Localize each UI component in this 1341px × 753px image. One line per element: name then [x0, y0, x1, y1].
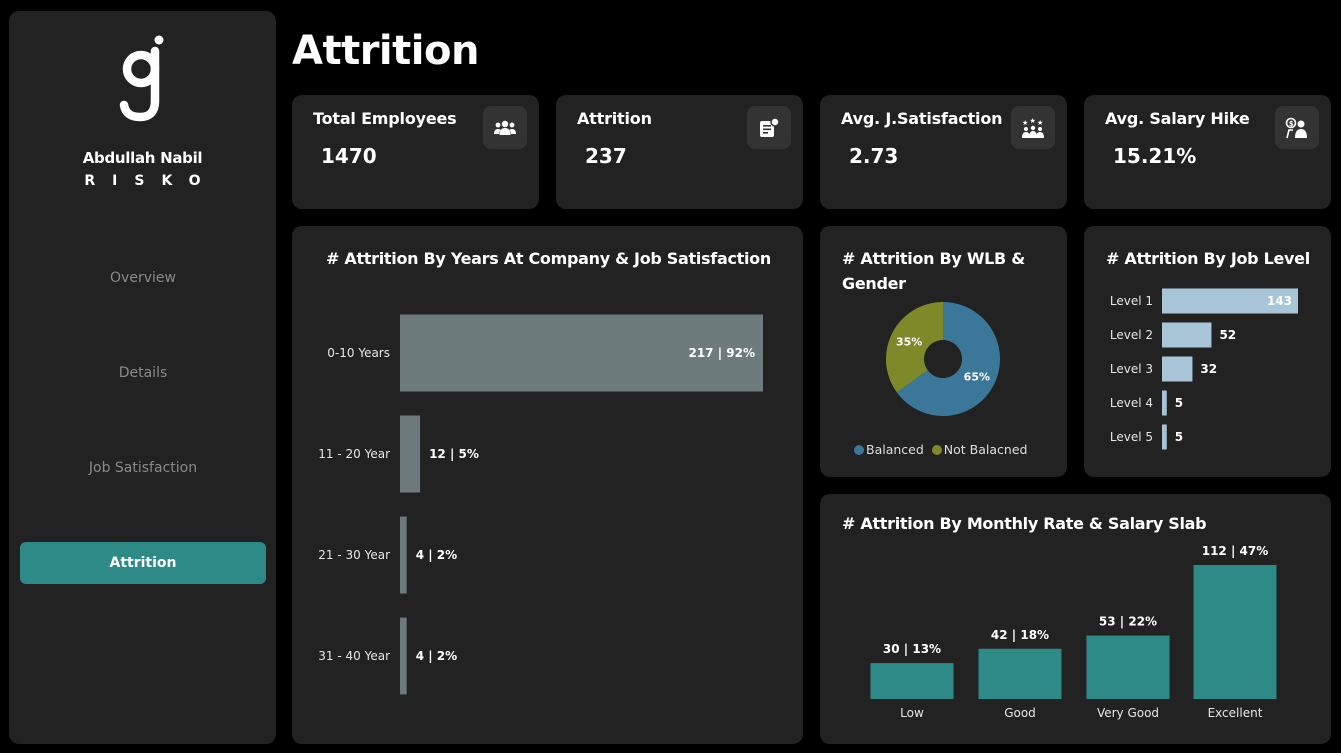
category-label: Level 1	[1110, 294, 1153, 308]
chart-years-at-company: 0-10 Years 217 | 92% 11 - 20 Year 12 | 5% 21…	[318, 314, 763, 695]
people-group-icon	[483, 106, 527, 149]
category-label: Very Good	[1097, 706, 1159, 720]
kpi-card-attrition: Attrition 237	[556, 95, 803, 209]
bar	[1162, 322, 1212, 348]
bar	[1193, 565, 1277, 699]
document-badge-icon	[747, 106, 791, 149]
nav-item-job-satisfaction[interactable]: Job Satisfaction	[20, 447, 266, 489]
bar	[1162, 424, 1167, 450]
bar	[400, 617, 407, 695]
category-label: 0-10 Years	[327, 346, 390, 360]
legend-item-balanced: Balanced	[854, 442, 924, 457]
category-label: 11 - 20 Year	[318, 447, 390, 461]
category-label: Low	[900, 706, 924, 720]
data-label: 30 | 13%	[883, 642, 941, 656]
logo-icon	[119, 35, 164, 122]
kpi-label: Total Employees	[313, 109, 457, 128]
kpi-card-total-employees: Total Employees 1470	[292, 95, 539, 209]
kpi-value: 1470	[321, 144, 377, 168]
nav-item-attrition[interactable]: Attrition	[20, 542, 266, 584]
bar	[400, 415, 421, 493]
page-title: Attrition	[292, 28, 479, 74]
data-label: 217 | 92%	[688, 346, 755, 360]
brand-name: Abdullah Nabil	[82, 149, 203, 167]
data-label: 32	[1200, 362, 1217, 376]
bar	[1162, 356, 1193, 382]
stars-people-icon: ★ ★ ★	[1011, 106, 1055, 149]
data-label: 4 | 2%	[416, 649, 457, 663]
data-label: 143	[1267, 294, 1292, 308]
data-label: 4 | 2%	[416, 548, 457, 562]
legend-label: Not Balacned	[943, 442, 1028, 457]
legend-item-not-balanced: Not Balacned	[931, 442, 1028, 457]
nav-item-details[interactable]: Details	[20, 352, 266, 394]
kpi-card-avg-salary-hike: Avg. Salary Hike 15.21% $	[1084, 95, 1331, 209]
data-label: 12 | 5%	[429, 447, 479, 461]
svg-text:★: ★	[1037, 119, 1043, 127]
bar	[978, 648, 1062, 699]
kpi-value: 237	[585, 144, 627, 168]
data-label: 5	[1175, 396, 1183, 410]
data-label: 42 | 18%	[991, 628, 1049, 642]
category-label: Level 4	[1110, 396, 1153, 410]
chart-card-wlb-gender: # Attrition By WLB & Gender 65% 35% Balan…	[820, 226, 1067, 477]
kpi-label: Avg. J.Satisfaction	[841, 109, 1003, 128]
category-label: Level 5	[1110, 430, 1153, 444]
slice-label: 65%	[964, 370, 990, 383]
chart-card-job-level: # Attrition By Job Level Level 1 143 Level…	[1084, 226, 1331, 477]
category-label: Level 3	[1110, 362, 1153, 376]
category-label: Excellent	[1208, 706, 1263, 720]
slice-label: 35%	[896, 336, 922, 349]
category-label: Good	[1004, 706, 1036, 720]
kpi-card-avg-job-satisfaction: Avg. J.Satisfaction 2.73 ★ ★ ★	[820, 95, 1067, 209]
category-label: 21 - 30 Year	[318, 548, 390, 562]
chart-card-years-at-company: # Attrition By Years At Company & Job Sa…	[292, 226, 803, 744]
chart-job-level: Level 1 143 Level 2 52 Level 3 32 Level 4 5 Leve…	[1110, 288, 1298, 450]
category-label: 31 - 40 Year	[318, 649, 390, 663]
chart-monthly-rate: 30 | 13% Low 42 | 18% Good 53 | 22% Very Good…	[870, 544, 1277, 720]
data-label: 112 | 47%	[1202, 544, 1269, 558]
bar	[1162, 390, 1167, 416]
bar	[870, 663, 954, 699]
brand-subtitle: RISKO	[84, 173, 218, 189]
svg-text:★: ★	[1030, 117, 1036, 125]
svg-text:★: ★	[1022, 119, 1028, 127]
bar	[1086, 635, 1170, 699]
legend-dot	[931, 445, 942, 455]
category-label: Level 2	[1110, 328, 1153, 342]
chart-card-monthly-rate: # Attrition By Monthly Rate & Salary Sla…	[820, 494, 1331, 744]
legend-label: Balanced	[866, 442, 924, 457]
kpi-label: Attrition	[577, 109, 652, 128]
sidebar: Abdullah Nabil RISKO Overview Details Jo…	[9, 11, 276, 744]
data-label: 53 | 22%	[1099, 615, 1157, 629]
kpi-value: 15.21%	[1113, 144, 1197, 168]
kpi-value: 2.73	[849, 144, 899, 168]
money-person-icon: $	[1275, 106, 1319, 149]
data-label: 5	[1175, 430, 1183, 444]
bar	[400, 516, 407, 594]
chart-wlb-gender: 65% 35%	[886, 302, 1000, 416]
chart-legend: Balanced Not Balacned	[854, 442, 1027, 457]
nav-item-overview[interactable]: Overview	[20, 257, 266, 299]
kpi-label: Avg. Salary Hike	[1105, 109, 1250, 128]
data-label: 52	[1219, 328, 1236, 342]
legend-dot	[854, 445, 864, 455]
svg-text:$: $	[1289, 120, 1294, 128]
